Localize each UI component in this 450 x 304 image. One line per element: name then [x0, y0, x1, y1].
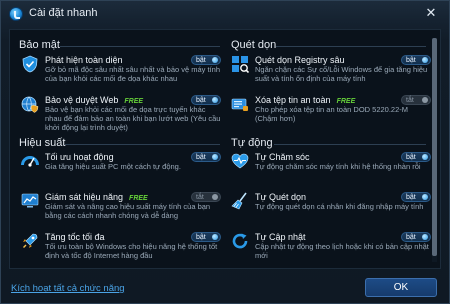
setting-description: Gỡ bỏ mã độc sâu nhất sâu nhất và bảo vệ…: [45, 65, 221, 83]
setting-description: Tự động chăm sóc máy tính khi hệ thống n…: [255, 162, 421, 171]
performance-monitor-toggle[interactable]: tắt: [191, 192, 221, 202]
section-divider: [274, 144, 426, 145]
broom-icon: [231, 192, 247, 210]
setting-auto-clean: Tự Quét dọn Tự động quét dọn cá nhân khi…: [231, 192, 431, 232]
setting-auto-update: Tự Cập nhật Cập nhật tự động theo lịch h…: [231, 232, 431, 272]
performance-optimize-toggle[interactable]: bật: [191, 152, 221, 162]
registry-grid-icon: [232, 56, 249, 73]
section-title-security: Bảo mật: [19, 39, 60, 51]
toggle-state-label: bật: [406, 194, 416, 201]
setting-description: Tự động quét dọn cá nhân khi đăng nhập m…: [255, 202, 424, 211]
auto-care-toggle[interactable]: bật: [401, 152, 431, 162]
monitor-chart-icon: [21, 193, 39, 208]
toggle-knob-icon: [422, 194, 428, 200]
activate-all-link[interactable]: Kích hoạt tất cả chức năng: [11, 283, 125, 294]
app-logo-icon: [9, 7, 23, 21]
setting-description: Cập nhật tự động theo lịch hoặc khi có b…: [255, 242, 429, 260]
setting-name: Phát hiện toàn diện: [45, 55, 123, 65]
section-title-performance: Hiệu suất: [19, 137, 66, 149]
setting-name: Xóa tệp tin an toàn FREE: [255, 95, 355, 105]
toggle-state-label: tắt: [406, 97, 414, 104]
setting-description: Gia tăng hiệu suất PC một cách tự động.: [45, 162, 181, 171]
setting-name: Bảo vệ duyệt Web FREE: [45, 95, 143, 105]
setting-name: Tự Cập nhật: [255, 232, 306, 242]
realtime-protection-toggle[interactable]: bật: [191, 55, 221, 65]
scrollbar-thumb[interactable]: [432, 38, 437, 256]
toggle-state-label: bật: [406, 234, 416, 241]
close-button[interactable]: ✕: [423, 5, 439, 21]
setting-performance-monitor: Giám sát hiệu năng FREE Giám sát và nâng …: [21, 192, 221, 232]
setting-description: Bảo vệ bạn khỏi các mối đe dọa trực tuyế…: [45, 105, 221, 132]
titlebar: Cài đặt nhanh ✕: [1, 1, 449, 27]
toggle-knob-icon: [422, 234, 428, 240]
toggle-state-label: tắt: [196, 194, 204, 201]
setting-name-text: Giám sát hiệu năng: [45, 192, 124, 202]
section-divider: [65, 144, 220, 145]
setting-speed-boost: Tăng tốc tối đa Tối ưu toàn bộ Windows c…: [21, 232, 221, 272]
toggle-state-label: bật: [196, 154, 206, 161]
setting-performance-optimize: Tối ưu hoạt động Gia tăng hiệu suất PC m…: [21, 152, 221, 192]
toggle-state-label: bật: [196, 234, 206, 241]
setting-name-text: Bảo vệ duyệt Web: [45, 95, 119, 105]
toggle-state-label: bật: [406, 57, 416, 64]
speed-boost-toggle[interactable]: bật: [191, 232, 221, 242]
registry-scan-toggle[interactable]: bật: [401, 55, 431, 65]
setting-browser-protection: Bảo vệ duyệt Web FREE Bảo vệ bạn khỏi các…: [21, 95, 221, 135]
auto-clean-toggle[interactable]: bật: [401, 192, 431, 202]
setting-secure-delete: Xóa tệp tin an toàn FREE Cho phép xóa tệp…: [231, 95, 431, 135]
section-divider: [60, 46, 220, 47]
toggle-state-label: bật: [196, 97, 206, 104]
window-title: Cài đặt nhanh: [29, 7, 98, 19]
free-badge: FREE: [129, 195, 148, 202]
quick-settings-window: Cài đặt nhanh ✕ Bảo mật Quét dọn Hiệu su…: [0, 0, 450, 304]
free-badge: FREE: [124, 98, 144, 105]
secure-delete-toggle[interactable]: tắt: [401, 95, 431, 105]
section-title-automation: Tự động: [231, 137, 273, 149]
setting-description: Giám sát và nâng cao hiệu suất máy tính …: [45, 202, 211, 220]
settings-panel: Bảo mật Quét dọn Hiệu suất Tự động Phát …: [9, 29, 441, 269]
setting-registry-scan: Quét dọn Registry sâu Ngăn chặn các Sự c…: [231, 55, 431, 95]
toggle-knob-icon: [212, 57, 218, 63]
setting-description: Cho phép xóa tệp tin an toàn DOD 5220.22…: [255, 105, 409, 123]
toggle-knob-icon: [212, 154, 218, 160]
toggle-knob-icon: [212, 234, 218, 240]
section-divider: [276, 46, 426, 47]
setting-name: Giám sát hiệu năng FREE: [45, 192, 148, 202]
setting-name-text: Xóa tệp tin an toàn: [255, 95, 331, 105]
setting-name: Tự Chăm sóc: [255, 152, 310, 162]
setting-name: Tự Quét dọn: [255, 192, 307, 202]
heart-pulse-icon: [231, 153, 249, 169]
toggle-knob-icon: [212, 97, 218, 103]
setting-realtime-protection: Phát hiện toàn diện Gỡ bỏ mã độc sâu nhấ…: [21, 55, 221, 95]
setting-name: Tối ưu hoạt động: [45, 152, 114, 162]
secure-file-icon: [231, 98, 248, 111]
toggle-knob-icon: [422, 154, 428, 160]
toggle-knob-icon: [422, 97, 428, 103]
ok-button[interactable]: OK: [365, 278, 437, 297]
speedometer-icon: [21, 156, 39, 167]
free-badge: FREE: [336, 98, 356, 105]
toggle-state-label: bật: [196, 57, 206, 64]
setting-description: Tối ưu toàn bộ Windows cho hiệu năng hệ …: [45, 242, 218, 260]
toggle-knob-icon: [422, 57, 428, 63]
setting-name: Quét dọn Registry sâu: [255, 55, 345, 65]
toggle-knob-icon: [212, 194, 218, 200]
setting-description: Ngăn chặn các Sự cố/Lỗi Windows để gia t…: [255, 65, 428, 83]
auto-update-toggle[interactable]: bật: [401, 232, 431, 242]
rocket-icon: [23, 233, 38, 248]
browser-protection-toggle[interactable]: bật: [191, 95, 221, 105]
globe-shield-icon: [21, 96, 39, 113]
shield-icon: [22, 55, 38, 73]
section-title-cleanup: Quét dọn: [231, 39, 277, 51]
vertical-scrollbar[interactable]: [432, 38, 437, 262]
setting-name: Tăng tốc tối đa: [45, 232, 105, 242]
setting-auto-care: Tự Chăm sóc Tự động chăm sóc máy tính kh…: [231, 152, 431, 192]
toggle-state-label: bật: [406, 154, 416, 161]
refresh-icon: [232, 233, 248, 249]
